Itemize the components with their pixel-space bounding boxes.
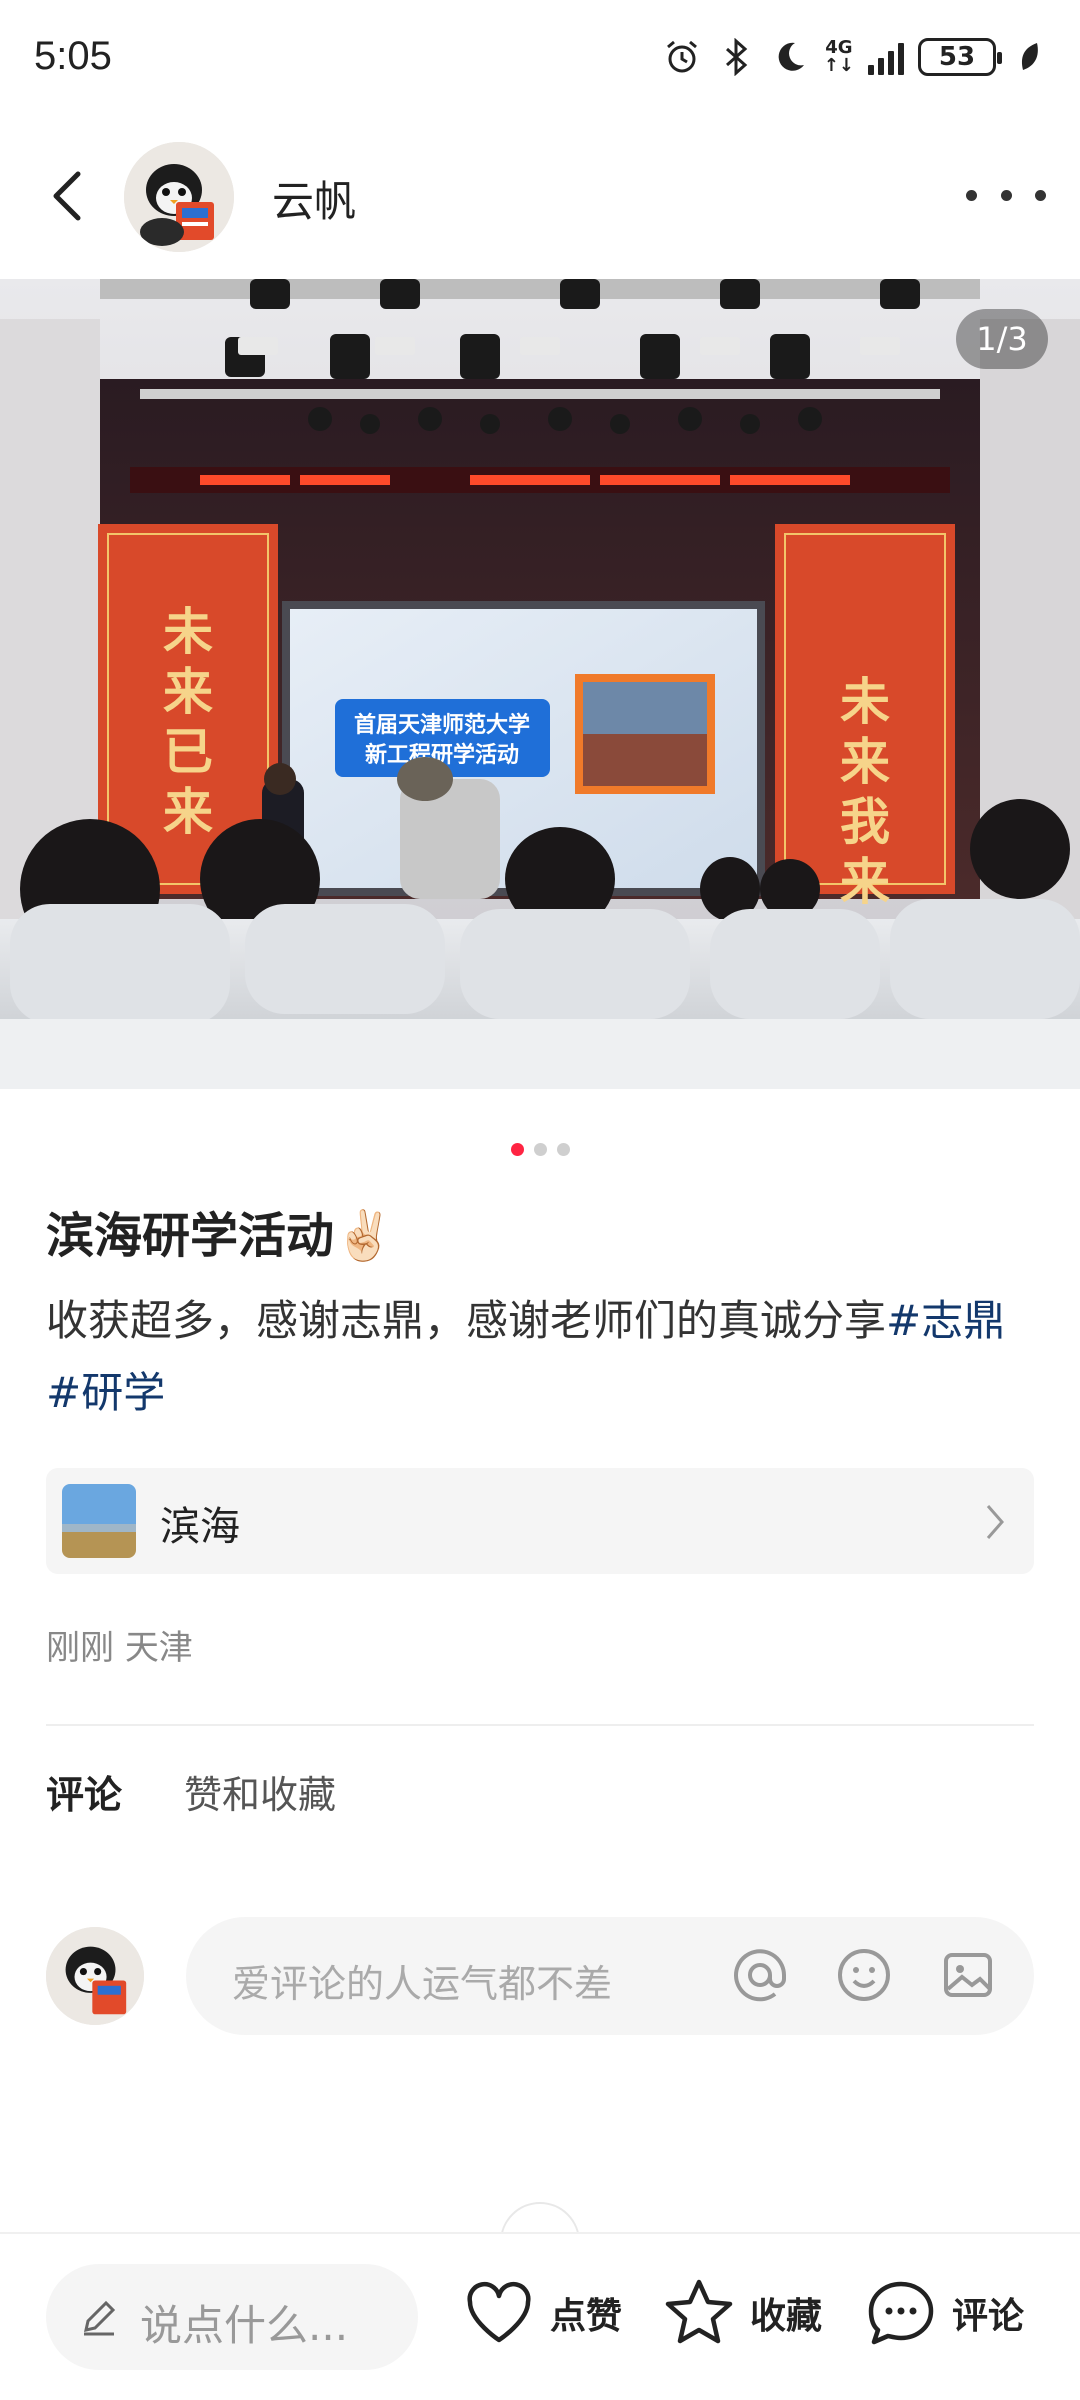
gallery-dot [556, 1143, 570, 1156]
comment-row: 爱评论的人运气都不差 [0, 1915, 1080, 2039]
author-name[interactable]: 云帆 [272, 168, 356, 229]
collect-label: 收藏 [750, 2296, 823, 2337]
svg-text:已: 已 [163, 722, 213, 781]
back-arrow-icon [53, 171, 81, 221]
post-title: 滨海研学活动✌🏻 [46, 1208, 394, 1264]
location-thumbnail [62, 1484, 136, 1558]
comment-input[interactable]: 爱评论的人运气都不差 [186, 1917, 1034, 2035]
post-header: 云帆 [0, 130, 1080, 260]
svg-text:未: 未 [840, 672, 890, 731]
collect-button[interactable]: 收藏 [660, 2274, 822, 2352]
author-avatar[interactable] [124, 142, 234, 252]
comment-label: 评论 [952, 2296, 1025, 2337]
alarm-icon [662, 37, 702, 77]
star-icon [665, 2279, 733, 2344]
page-indicator: 1/3 [956, 309, 1048, 369]
battery-level: 53 [938, 42, 976, 72]
back-button[interactable] [36, 160, 106, 230]
post-body-text: 收获超多，感谢志鼎，感谢老师们的真诚分享 [46, 1296, 887, 1345]
tab-comments[interactable]: 评论 [46, 1764, 122, 1819]
bottom-action-bar: 说点什么... 点赞 收藏 评论 [0, 2232, 1080, 2400]
location-name: 滨海 [160, 1504, 240, 1550]
network-label: 4G ↑↓ [823, 37, 854, 76]
emoji-icon[interactable] [832, 1943, 896, 2007]
pencil-icon [84, 2300, 116, 2336]
leaf-icon [1010, 37, 1050, 77]
say-something-input[interactable]: 说点什么... [46, 2264, 418, 2370]
moon-icon [770, 37, 810, 77]
svg-text:首届天津师范大学: 首届天津师范大学 [354, 712, 530, 738]
svg-text:未: 未 [163, 602, 213, 661]
post-region: 天津 [124, 1628, 193, 1668]
hashtag-link[interactable]: #研学 [46, 1368, 165, 1417]
svg-text:来: 来 [163, 662, 213, 721]
post-time: 刚刚 [46, 1628, 114, 1668]
bluetooth-icon [716, 37, 756, 77]
divider [46, 1724, 1034, 1726]
svg-text:我: 我 [840, 792, 890, 851]
gallery-dot [533, 1143, 547, 1156]
svg-text:来: 来 [840, 852, 890, 911]
post-image[interactable]: 未 来 已 来 未 来 我 来 首届天津师范大学 新工程研学活动 1/3 [0, 279, 1080, 1089]
comment-bubble-icon [868, 2281, 934, 2345]
like-button[interactable]: 点赞 [460, 2274, 622, 2352]
svg-text:来: 来 [840, 732, 890, 791]
tab-likes-collects[interactable]: 赞和收藏 [184, 1764, 336, 1819]
post-meta: 刚刚 天津 [46, 1620, 193, 1669]
comment-input-icons [728, 1943, 1000, 2007]
comment-button[interactable]: 评论 [862, 2274, 1024, 2352]
say-placeholder: 说点什么... [140, 2301, 349, 2350]
heart-icon [467, 2282, 531, 2343]
comment-placeholder: 爱评论的人运气都不差 [232, 1962, 613, 2006]
svg-text:来: 来 [163, 782, 213, 841]
battery-icon: 53 [918, 38, 1002, 76]
image-icon[interactable] [936, 1943, 1000, 2007]
post-body: 收获超多，感谢志鼎，感谢老师们的真诚分享#志鼎 #研学 [46, 1285, 1036, 1429]
more-button[interactable] [966, 170, 1046, 220]
gallery-dot-active [510, 1143, 524, 1156]
chevron-right-icon [986, 1505, 1004, 1539]
gallery-dots [0, 1143, 1080, 1156]
status-bar: 5:05 4G ↑↓ 53 [0, 0, 1080, 118]
signal-icon [868, 39, 904, 75]
post-photo: 未 来 已 来 未 来 我 来 首届天津师范大学 新工程研学活动 [0, 279, 1080, 1089]
at-icon[interactable] [728, 1943, 792, 2007]
location-card[interactable]: 滨海 [46, 1468, 1034, 1574]
status-icons: 4G ↑↓ 53 [662, 34, 1050, 80]
user-avatar[interactable] [46, 1927, 144, 2025]
more-icon [966, 189, 977, 201]
like-label: 点赞 [550, 2296, 623, 2337]
status-time: 5:05 [34, 34, 112, 78]
hashtag-link[interactable]: #志鼎 [886, 1296, 1005, 1345]
comment-tabs: 评论 赞和收藏 [46, 1764, 336, 1819]
